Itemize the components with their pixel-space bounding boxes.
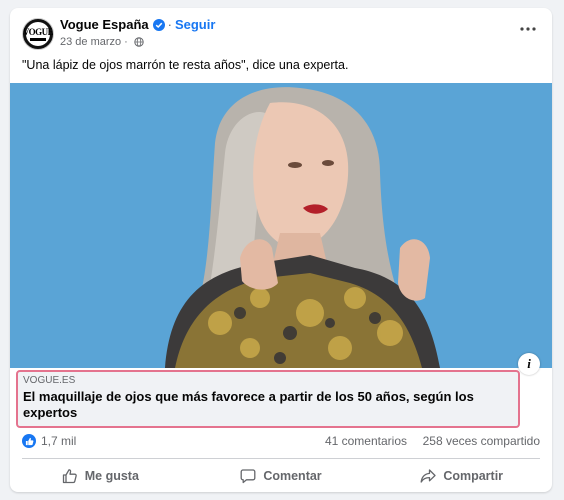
separator-dot: · xyxy=(167,17,172,32)
post-caption: "Una lápiz de ojos marrón te resta años"… xyxy=(22,58,349,72)
verified-badge-icon xyxy=(152,18,165,31)
link-domain: VOGUE.ES xyxy=(23,375,76,386)
comment-label: Comentar xyxy=(263,469,322,483)
avatar-logo-text: VOGUE xyxy=(22,26,54,37)
share-button[interactable]: Compartir xyxy=(371,461,552,491)
like-label: Me gusta xyxy=(84,469,139,483)
thumbs-up-icon xyxy=(22,434,36,448)
follow-button[interactable]: Seguir xyxy=(175,17,215,32)
comment-button[interactable]: Comentar xyxy=(191,461,372,491)
avatar-logo-bar xyxy=(30,37,46,41)
thumbs-up-outline-icon xyxy=(62,469,77,484)
actions-divider xyxy=(22,458,540,459)
more-options-icon[interactable] xyxy=(518,22,538,36)
meta-separator-dot: · xyxy=(124,36,128,48)
like-button[interactable]: Me gusta xyxy=(10,461,191,491)
comment-bubble-icon xyxy=(240,469,256,484)
page-name-row: Vogue España · Seguir xyxy=(60,17,215,32)
share-label: Compartir xyxy=(443,469,504,483)
link-title: El maquillaje de ojos que más favorece a… xyxy=(23,389,474,420)
post-photo[interactable] xyxy=(10,83,552,368)
post-header: VOGUE Vogue España · Seguir 23 de marzo … xyxy=(10,8,552,56)
page-avatar[interactable]: VOGUE xyxy=(22,18,54,50)
share-arrow-icon xyxy=(420,469,436,483)
vogue-logo: VOGUE xyxy=(22,22,54,46)
page-name-link[interactable]: Vogue España xyxy=(60,17,149,32)
post-card: VOGUE Vogue España · Seguir 23 de marzo … xyxy=(10,8,552,492)
globe-icon xyxy=(134,37,144,47)
post-meta: 23 de marzo · xyxy=(60,36,144,48)
reactions-count[interactable]: 1,7 mil xyxy=(41,434,76,448)
link-preview[interactable]: VOGUE.ES El maquillaje de ojos que más f… xyxy=(16,370,520,428)
comments-count[interactable]: 41 comentarios xyxy=(325,434,407,448)
info-icon[interactable]: i xyxy=(518,353,540,375)
post-date[interactable]: 23 de marzo xyxy=(60,36,121,48)
woman-portrait-image xyxy=(10,83,552,368)
post-stats: 1,7 mil 41 comentarios 258 veces compart… xyxy=(10,432,552,454)
post-actions: Me gusta Comentar Compartir xyxy=(10,461,552,491)
shares-count[interactable]: 258 veces compartido xyxy=(423,434,540,448)
